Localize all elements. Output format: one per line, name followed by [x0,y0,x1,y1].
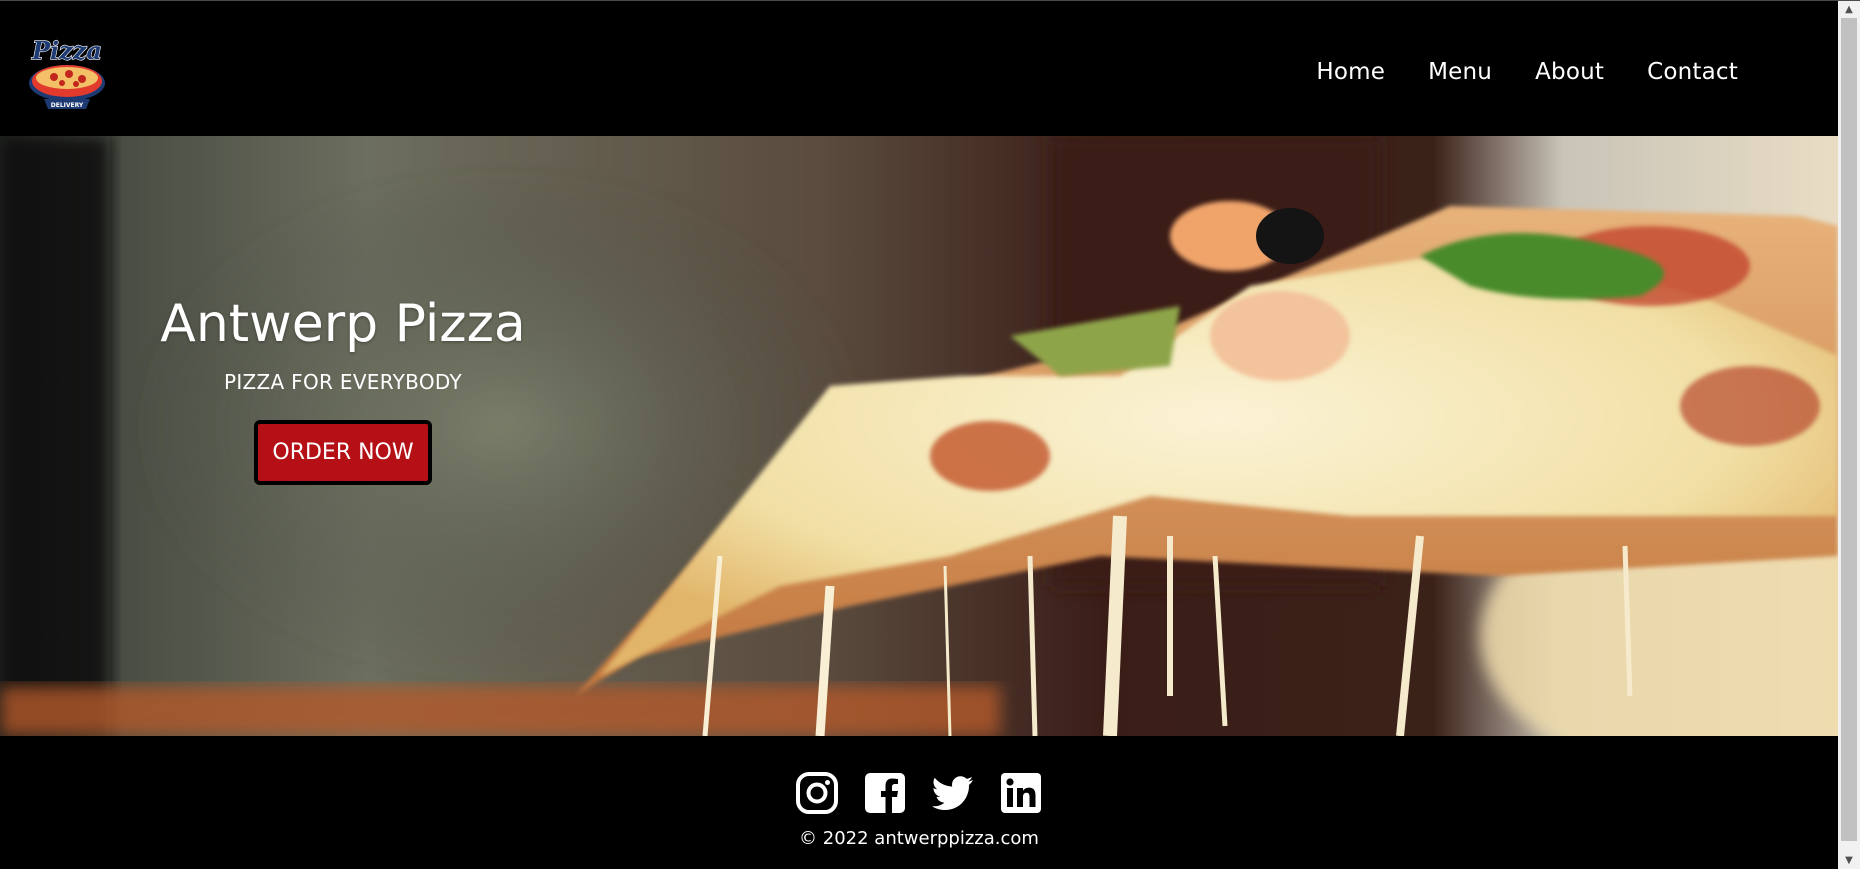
order-now-button[interactable]: ORDER NOW [254,420,432,485]
nav-about-link[interactable]: About [1535,59,1604,85]
main-nav: Home Menu About Contact [1316,59,1738,85]
nav-contact-link[interactable]: Contact [1647,59,1738,85]
linkedin-icon[interactable] [999,771,1043,815]
social-links [795,771,1043,815]
scroll-up-arrow-icon[interactable]: ▲ [1838,1,1860,18]
page: Pizza DELIVERY Home Menu About Contact A… [0,0,1860,869]
facebook-icon[interactable] [863,771,907,815]
nav-home-link[interactable]: Home [1316,59,1385,85]
scroll-down-arrow-icon[interactable]: ▼ [1838,852,1860,869]
scrollbar-thumb[interactable] [1841,18,1857,841]
hero-subtitle: PIZZA FOR EVERYBODY [223,370,463,394]
site-footer: © 2022 antwerppizza.com [0,736,1838,869]
site-header: Pizza DELIVERY Home Menu About Contact [0,1,1838,136]
instagram-icon[interactable] [795,771,839,815]
svg-text:Pizza: Pizza [31,36,102,65]
nav-menu-link[interactable]: Menu [1428,59,1492,85]
vertical-scrollbar[interactable]: ▲ ▼ [1838,1,1860,869]
hero-title: Antwerp Pizza [160,294,526,354]
svg-text:DELIVERY: DELIVERY [51,102,84,109]
pizza-delivery-logo[interactable]: Pizza DELIVERY [24,29,110,117]
hero-section: Antwerp Pizza PIZZA FOR EVERYBODY ORDER … [0,136,1838,736]
twitter-icon[interactable] [931,771,975,815]
hero-text: Antwerp Pizza PIZZA FOR EVERYBODY ORDER … [148,294,538,485]
copyright-text: © 2022 antwerppizza.com [799,828,1039,849]
